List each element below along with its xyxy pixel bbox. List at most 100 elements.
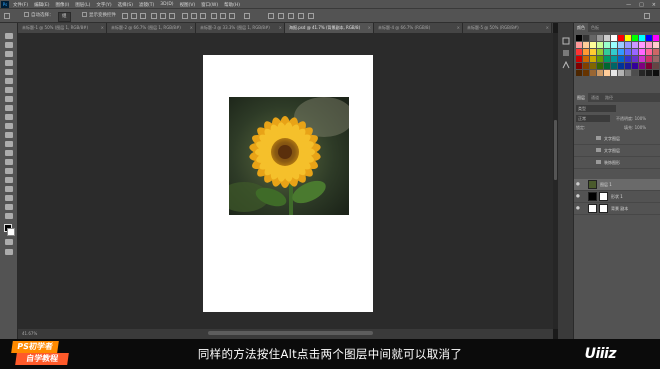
- distribute-vcenter-icon[interactable]: [191, 13, 197, 19]
- color-swatch[interactable]: [632, 42, 638, 48]
- vertical-scroll-thumb[interactable]: [554, 120, 557, 180]
- color-swatch[interactable]: [611, 35, 617, 41]
- color-swatch[interactable]: [611, 56, 617, 62]
- color-swatch[interactable]: [653, 42, 659, 48]
- align-bottom-icon[interactable]: [140, 13, 146, 19]
- tab-swatches[interactable]: 色板: [588, 23, 602, 32]
- auto-select-checkbox[interactable]: 自动选择：: [24, 12, 54, 20]
- pen-tool-icon[interactable]: [5, 159, 13, 165]
- color-swatch[interactable]: [632, 49, 638, 55]
- color-swatch[interactable]: [625, 56, 631, 62]
- quick-select-tool-icon[interactable]: [5, 60, 13, 66]
- color-swatch[interactable]: [576, 56, 582, 62]
- color-swatch[interactable]: [646, 35, 652, 41]
- color-swatch[interactable]: [583, 49, 589, 55]
- transform-controls-checkbox[interactable]: 显示变换控件: [82, 12, 116, 20]
- menu-item[interactable]: 窗口(W): [201, 2, 218, 8]
- color-swatch[interactable]: [590, 49, 596, 55]
- blend-mode-dropdown[interactable]: 正常: [576, 115, 610, 122]
- quick-mask-icon[interactable]: [5, 239, 13, 245]
- document-tab[interactable]: 未标题-5 @ 50% (RGB/8#) ×: [463, 23, 552, 33]
- lasso-tool-icon[interactable]: [5, 51, 13, 57]
- color-swatch[interactable]: [604, 56, 610, 62]
- color-swatch[interactable]: [604, 35, 610, 41]
- color-swatch[interactable]: [618, 35, 624, 41]
- color-swatch[interactable]: [625, 63, 631, 69]
- menu-item[interactable]: 视图(V): [180, 2, 196, 8]
- close-tab-icon[interactable]: ×: [546, 23, 549, 33]
- auto-align-icon[interactable]: [244, 13, 250, 19]
- history-brush-tool-icon[interactable]: [5, 114, 13, 120]
- type-tool-icon[interactable]: [5, 168, 13, 174]
- color-swatch[interactable]: [583, 70, 589, 76]
- layer-filter-kind[interactable]: 类型: [576, 105, 616, 112]
- distribute-left-icon[interactable]: [211, 13, 217, 19]
- color-swatch[interactable]: [639, 49, 645, 55]
- color-swatch[interactable]: [583, 35, 589, 41]
- color-swatch[interactable]: [611, 70, 617, 76]
- color-swatch[interactable]: [639, 56, 645, 62]
- layer-row[interactable]: ● 形状 1: [574, 191, 660, 203]
- color-swatch[interactable]: [604, 49, 610, 55]
- menu-item[interactable]: 选择(S): [118, 2, 133, 8]
- document-tab[interactable]: 未标题-3 @ 33.3% (图层 1, RGB/8#) ×: [196, 23, 285, 33]
- screen-mode-icon[interactable]: [5, 249, 13, 255]
- color-swatch[interactable]: [590, 42, 596, 48]
- color-swatch[interactable]: [611, 63, 617, 69]
- color-swatch[interactable]: [625, 42, 631, 48]
- close-tab-icon[interactable]: ×: [101, 23, 104, 33]
- color-swatch[interactable]: [625, 49, 631, 55]
- document-tab[interactable]: 未标题-1 @ 50% (图层 1, RGB/8#) ×: [18, 23, 107, 33]
- close-tab-icon[interactable]: ×: [279, 23, 282, 33]
- dodge-tool-icon[interactable]: [5, 150, 13, 156]
- opacity-control[interactable]: 不透明度: 100%: [616, 115, 646, 122]
- color-swatch[interactable]: [576, 49, 582, 55]
- edit-toolbar-icon[interactable]: [5, 213, 13, 219]
- color-swatch[interactable]: [618, 63, 624, 69]
- visibility-eye-icon[interactable]: ●: [576, 182, 580, 187]
- layer-row[interactable]: 文字图层: [574, 145, 660, 157]
- color-swatch[interactable]: [639, 35, 645, 41]
- fill-value[interactable]: 100%: [635, 125, 646, 130]
- close-tab-icon[interactable]: ×: [368, 23, 371, 33]
- close-tab-icon[interactable]: ×: [190, 23, 193, 33]
- color-swatch[interactable]: [632, 56, 638, 62]
- horizontal-scroll-thumb[interactable]: [208, 331, 373, 335]
- color-swatch[interactable]: [590, 70, 596, 76]
- menu-item[interactable]: 文字(Y): [96, 2, 111, 8]
- move-tool-icon[interactable]: [5, 33, 13, 39]
- canvas-area[interactable]: [18, 33, 553, 329]
- character-icon[interactable]: [562, 61, 570, 69]
- color-swatch[interactable]: [632, 63, 638, 69]
- color-swatch[interactable]: [597, 49, 603, 55]
- marquee-tool-icon[interactable]: [5, 42, 13, 48]
- document-tab[interactable]: 海报.psd @ 41.7% (背景副本, RGB/8) ×: [285, 23, 374, 33]
- menu-item[interactable]: 图像(I): [55, 2, 69, 8]
- color-swatch[interactable]: [597, 56, 603, 62]
- color-swatch[interactable]: [639, 63, 645, 69]
- color-swatch[interactable]: [639, 70, 645, 76]
- align-hcenter-icon[interactable]: [160, 13, 166, 19]
- color-swatch[interactable]: [576, 63, 582, 69]
- layer-row[interactable]: ● 图层 1: [574, 179, 660, 191]
- color-swatch[interactable]: [576, 42, 582, 48]
- color-swatch[interactable]: [604, 70, 610, 76]
- distribute-top-icon[interactable]: [182, 13, 188, 19]
- tab-paths[interactable]: 路径: [602, 93, 616, 102]
- close-button[interactable]: ×: [652, 2, 656, 8]
- layer-row[interactable]: 文字图层: [574, 133, 660, 145]
- visibility-eye-icon[interactable]: ●: [576, 206, 580, 211]
- color-swatch[interactable]: [639, 42, 645, 48]
- distribute-bottom-icon[interactable]: [200, 13, 206, 19]
- zoom-level[interactable]: 41.67%: [22, 331, 37, 336]
- 3d-drag-icon[interactable]: [288, 13, 294, 19]
- sunflower-photo[interactable]: [229, 97, 349, 215]
- workspace-icon[interactable]: [644, 13, 650, 19]
- distribute-right-icon[interactable]: [229, 13, 235, 19]
- shape-tool-icon[interactable]: [5, 186, 13, 192]
- color-swatch[interactable]: [597, 63, 603, 69]
- gradient-tool-icon[interactable]: [5, 132, 13, 138]
- color-swatch[interactable]: [590, 35, 596, 41]
- menu-item[interactable]: 帮助(H): [224, 2, 240, 8]
- color-swatch[interactable]: [590, 63, 596, 69]
